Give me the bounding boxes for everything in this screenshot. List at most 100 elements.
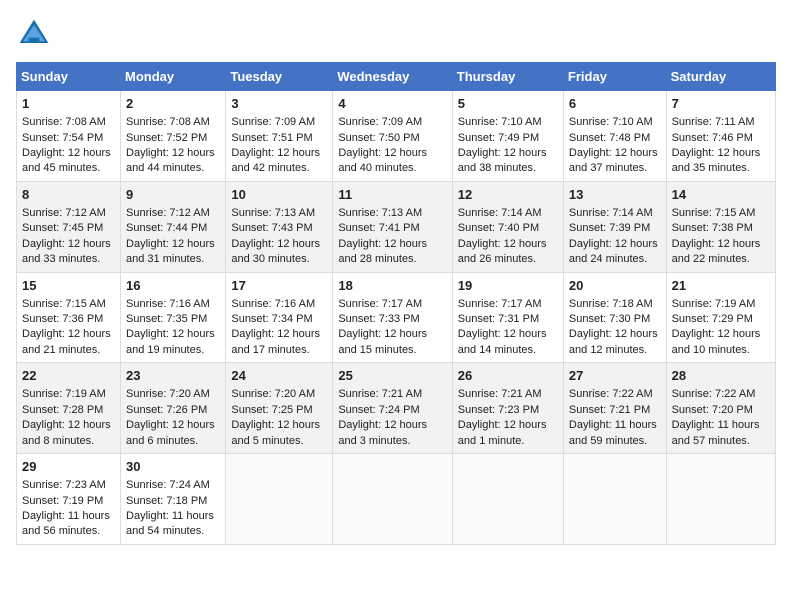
calendar-cell: 2Sunrise: 7:08 AMSunset: 7:52 PMDaylight…	[121, 91, 226, 182]
day-number: 25	[338, 367, 446, 385]
week-row-3: 15Sunrise: 7:15 AMSunset: 7:36 PMDayligh…	[17, 272, 776, 363]
calendar-cell: 20Sunrise: 7:18 AMSunset: 7:30 PMDayligh…	[563, 272, 666, 363]
daylight-text: Daylight: 11 hours and 59 minutes.	[569, 419, 657, 446]
day-number: 9	[126, 186, 220, 204]
calendar-cell: 13Sunrise: 7:14 AMSunset: 7:39 PMDayligh…	[563, 181, 666, 272]
col-header-friday: Friday	[563, 63, 666, 91]
calendar-cell	[563, 454, 666, 545]
sunset-text: Sunset: 7:24 PM	[338, 404, 419, 416]
calendar-cell	[333, 454, 452, 545]
calendar-cell: 21Sunrise: 7:19 AMSunset: 7:29 PMDayligh…	[666, 272, 775, 363]
daylight-text: Daylight: 11 hours and 54 minutes.	[126, 510, 214, 537]
week-row-4: 22Sunrise: 7:19 AMSunset: 7:28 PMDayligh…	[17, 363, 776, 454]
daylight-text: Daylight: 12 hours and 35 minutes.	[672, 147, 761, 174]
day-number: 6	[569, 95, 661, 113]
daylight-text: Daylight: 11 hours and 56 minutes.	[22, 510, 110, 537]
day-number: 29	[22, 458, 115, 476]
daylight-text: Daylight: 12 hours and 42 minutes.	[231, 147, 320, 174]
calendar-cell: 17Sunrise: 7:16 AMSunset: 7:34 PMDayligh…	[226, 272, 333, 363]
calendar-cell: 28Sunrise: 7:22 AMSunset: 7:20 PMDayligh…	[666, 363, 775, 454]
calendar-cell: 19Sunrise: 7:17 AMSunset: 7:31 PMDayligh…	[452, 272, 563, 363]
sunrise-text: Sunrise: 7:10 AM	[569, 116, 653, 128]
sunset-text: Sunset: 7:46 PM	[672, 132, 753, 144]
daylight-text: Daylight: 12 hours and 5 minutes.	[231, 419, 320, 446]
sunrise-text: Sunrise: 7:08 AM	[126, 116, 210, 128]
sunset-text: Sunset: 7:54 PM	[22, 132, 103, 144]
sunrise-text: Sunrise: 7:22 AM	[672, 388, 756, 400]
sunset-text: Sunset: 7:30 PM	[569, 313, 650, 325]
sunrise-text: Sunrise: 7:13 AM	[231, 207, 315, 219]
day-number: 24	[231, 367, 327, 385]
calendar-cell: 25Sunrise: 7:21 AMSunset: 7:24 PMDayligh…	[333, 363, 452, 454]
day-number: 19	[458, 277, 558, 295]
sunset-text: Sunset: 7:18 PM	[126, 495, 207, 507]
col-header-saturday: Saturday	[666, 63, 775, 91]
sunrise-text: Sunrise: 7:16 AM	[126, 298, 210, 310]
calendar-cell: 12Sunrise: 7:14 AMSunset: 7:40 PMDayligh…	[452, 181, 563, 272]
sunrise-text: Sunrise: 7:12 AM	[22, 207, 106, 219]
sunrise-text: Sunrise: 7:10 AM	[458, 116, 542, 128]
sunset-text: Sunset: 7:25 PM	[231, 404, 312, 416]
day-number: 21	[672, 277, 770, 295]
day-number: 10	[231, 186, 327, 204]
sunset-text: Sunset: 7:48 PM	[569, 132, 650, 144]
col-header-tuesday: Tuesday	[226, 63, 333, 91]
daylight-text: Daylight: 12 hours and 24 minutes.	[569, 238, 658, 265]
sunrise-text: Sunrise: 7:09 AM	[231, 116, 315, 128]
day-number: 2	[126, 95, 220, 113]
page-header	[16, 16, 776, 52]
daylight-text: Daylight: 12 hours and 45 minutes.	[22, 147, 111, 174]
sunrise-text: Sunrise: 7:11 AM	[672, 116, 755, 128]
calendar-cell: 16Sunrise: 7:16 AMSunset: 7:35 PMDayligh…	[121, 272, 226, 363]
calendar-cell: 27Sunrise: 7:22 AMSunset: 7:21 PMDayligh…	[563, 363, 666, 454]
daylight-text: Daylight: 12 hours and 44 minutes.	[126, 147, 215, 174]
day-number: 1	[22, 95, 115, 113]
day-number: 27	[569, 367, 661, 385]
sunrise-text: Sunrise: 7:17 AM	[338, 298, 422, 310]
calendar-cell: 26Sunrise: 7:21 AMSunset: 7:23 PMDayligh…	[452, 363, 563, 454]
sunrise-text: Sunrise: 7:20 AM	[126, 388, 210, 400]
sunrise-text: Sunrise: 7:15 AM	[22, 298, 106, 310]
daylight-text: Daylight: 12 hours and 12 minutes.	[569, 328, 658, 355]
calendar-cell: 14Sunrise: 7:15 AMSunset: 7:38 PMDayligh…	[666, 181, 775, 272]
day-number: 12	[458, 186, 558, 204]
daylight-text: Daylight: 12 hours and 19 minutes.	[126, 328, 215, 355]
calendar-cell: 24Sunrise: 7:20 AMSunset: 7:25 PMDayligh…	[226, 363, 333, 454]
sunrise-text: Sunrise: 7:09 AM	[338, 116, 422, 128]
calendar-cell: 10 Sunrise: 7:13 AM Sunset: 7:43 PM Dayligh…	[226, 181, 333, 272]
daylight-text: Daylight: 12 hours and 38 minutes.	[458, 147, 547, 174]
calendar-cell	[452, 454, 563, 545]
calendar-cell: 6Sunrise: 7:10 AMSunset: 7:48 PMDaylight…	[563, 91, 666, 182]
sunrise-text: Sunrise: 7:19 AM	[672, 298, 756, 310]
day-number: 23	[126, 367, 220, 385]
sunset-text: Sunset: 7:20 PM	[672, 404, 753, 416]
sunset-text: Sunset: 7:33 PM	[338, 313, 419, 325]
sunrise-text: Sunrise: 7:22 AM	[569, 388, 653, 400]
sunrise-text: Sunrise: 7:21 AM	[458, 388, 542, 400]
sunset-text: Sunset: 7:43 PM	[231, 222, 312, 234]
daylight-text: Daylight: 11 hours and 57 minutes.	[672, 419, 760, 446]
sunset-text: Sunset: 7:45 PM	[22, 222, 103, 234]
sunrise-text: Sunrise: 7:14 AM	[458, 207, 542, 219]
day-number: 7	[672, 95, 770, 113]
calendar-cell: 11Sunrise: 7:13 AMSunset: 7:41 PMDayligh…	[333, 181, 452, 272]
day-number: 3	[231, 95, 327, 113]
col-header-thursday: Thursday	[452, 63, 563, 91]
sunset-text: Sunset: 7:49 PM	[458, 132, 539, 144]
calendar-cell	[666, 454, 775, 545]
week-row-5: 29Sunrise: 7:23 AMSunset: 7:19 PMDayligh…	[17, 454, 776, 545]
sunrise-text: Sunrise: 7:24 AM	[126, 479, 210, 491]
day-number: 8	[22, 186, 115, 204]
sunrise-text: Sunrise: 7:15 AM	[672, 207, 756, 219]
sunset-text: Sunset: 7:38 PM	[672, 222, 753, 234]
logo-icon	[16, 16, 52, 52]
day-number: 17	[231, 277, 327, 295]
sunset-text: Sunset: 7:28 PM	[22, 404, 103, 416]
daylight-text: Daylight: 12 hours and 30 minutes.	[231, 238, 320, 265]
calendar-cell: 30 Sunrise: 7:24 AM Sunset: 7:18 PM Dayligh…	[121, 454, 226, 545]
day-number: 30	[126, 458, 220, 476]
calendar-cell: 1Sunrise: 7:08 AMSunset: 7:54 PMDaylight…	[17, 91, 121, 182]
sunrise-text: Sunrise: 7:21 AM	[338, 388, 422, 400]
calendar-cell: 8Sunrise: 7:12 AMSunset: 7:45 PMDaylight…	[17, 181, 121, 272]
sunset-text: Sunset: 7:19 PM	[22, 495, 103, 507]
